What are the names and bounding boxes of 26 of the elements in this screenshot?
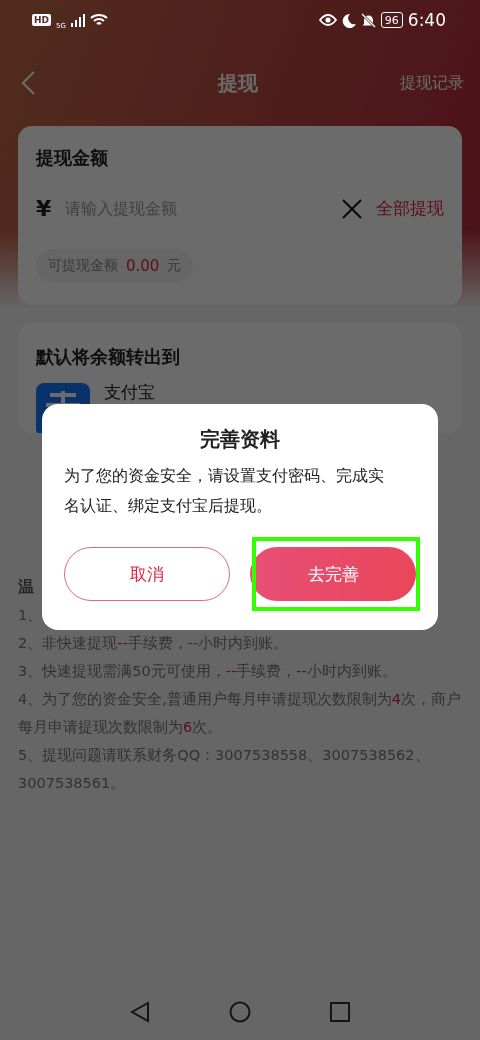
hd-badge: HD [32, 14, 51, 26]
clear-icon[interactable] [342, 198, 362, 219]
home-nav-icon[interactable] [229, 1001, 251, 1023]
battery-indicator: 96 [380, 12, 403, 28]
signal-icon [70, 13, 85, 27]
complete-button[interactable]: 去完善 [250, 547, 416, 601]
back-icon[interactable] [20, 70, 36, 96]
page-title: 提现 [218, 69, 258, 97]
clock-time: 6:40 [407, 10, 446, 30]
withdraw-history-link[interactable]: 提现记录 [400, 72, 464, 94]
withdraw-all-link[interactable]: 全部提现 [376, 197, 444, 220]
tips-title: 温 [18, 576, 34, 598]
currency-symbol: ¥ [36, 196, 52, 221]
account-name: 支付宝 [104, 381, 155, 404]
wifi-icon [89, 13, 108, 27]
cancel-button[interactable]: 取消 [64, 547, 230, 601]
available-amount: 0.00 [126, 257, 160, 275]
bell-muted-icon [360, 12, 376, 28]
section-title: 默认将余额转出到 [36, 345, 181, 369]
eye-icon [318, 14, 337, 26]
dialog-message: 为了您的资金安全，请设置支付密码、完成实名认证、绑定支付宝后提现。 [64, 465, 385, 517]
back-nav-icon[interactable] [129, 1001, 150, 1023]
recents-nav-icon[interactable] [330, 1002, 351, 1022]
moon-icon [341, 12, 356, 28]
section-title: 提现金额 [36, 146, 109, 170]
dialog-title: 完善资料 [199, 426, 281, 453]
